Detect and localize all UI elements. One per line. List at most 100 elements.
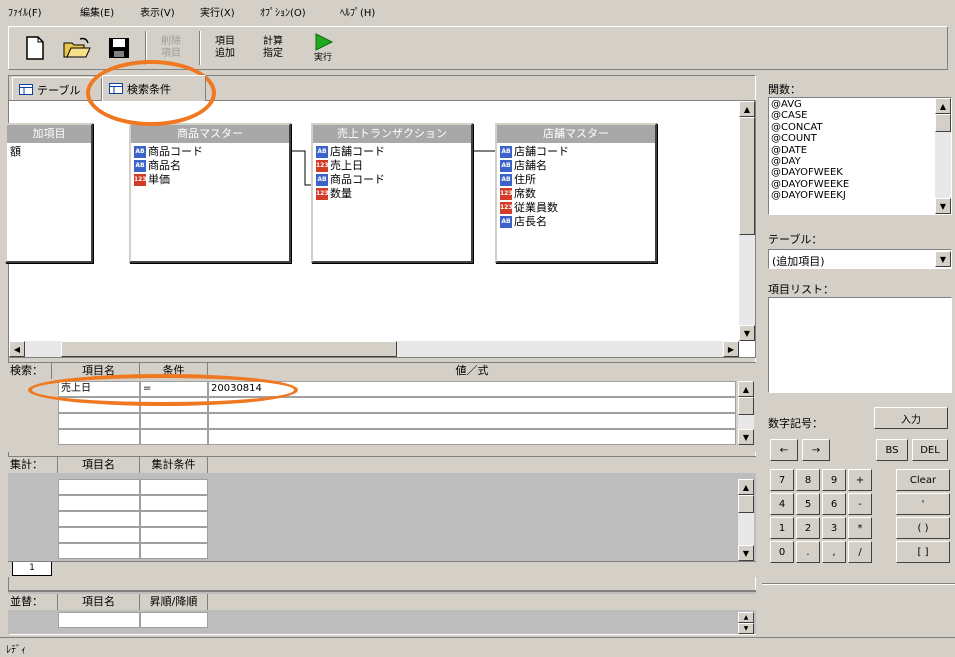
table-box-store-master[interactable]: 店舗マスター AB 店舗コード AB 店舗名 AB 住所 123 席数 123 従業員数 … (495, 123, 657, 263)
scroll-left-arrow-icon[interactable]: ◀ (9, 341, 25, 357)
key-minus[interactable]: - (848, 493, 872, 515)
menu-edit[interactable]: 編集(E) (80, 4, 114, 19)
table-diagram-canvas[interactable]: 加項目 額 商品マスター AB 商品コード AB 商品名 123 単価 売上トランザク… (5, 100, 756, 358)
search-item-cell[interactable] (58, 429, 140, 445)
aggregate-condition-cell[interactable] (140, 495, 208, 511)
function-list-item[interactable]: @DAYOFWEEKE (771, 179, 949, 190)
table-field[interactable]: AB 住所 (497, 173, 655, 187)
table-field[interactable]: AB 商品コード (313, 173, 471, 187)
table-box-sales-transaction[interactable]: 売上トランザクション AB 店舗コード 123 売上日 AB 商品コード 123 数量 (311, 123, 473, 263)
tab-table[interactable]: テーブル (12, 77, 102, 101)
scroll-up-arrow-icon[interactable]: ▲ (738, 479, 754, 495)
table-select[interactable]: (追加項目) ▼ (768, 249, 952, 269)
aggregate-vertical-scrollbar[interactable]: ▲ ▼ (738, 479, 754, 561)
search-vertical-scrollbar[interactable]: ▲ ▼ (738, 381, 754, 445)
scroll-down-arrow-icon[interactable]: ▼ (738, 545, 754, 561)
scroll-thumb[interactable] (739, 117, 755, 235)
function-list-item[interactable]: @CONCAT (771, 122, 949, 133)
table-field[interactable]: 123 数量 (313, 187, 471, 201)
search-condition-cell[interactable] (140, 413, 208, 429)
function-list-item[interactable]: @DAYOFWEEK (771, 167, 949, 178)
table-field[interactable]: AB 商品名 (131, 159, 289, 173)
backspace-button[interactable]: BS (876, 439, 908, 461)
aggregate-condition-cell[interactable] (140, 543, 208, 559)
diagram-vertical-scrollbar[interactable]: ▲ ▼ (739, 101, 755, 341)
menu-file[interactable]: ﾌｧｲﾙ(F) (8, 4, 42, 19)
paren-button[interactable]: ( ) (896, 517, 950, 539)
add-item-button[interactable]: 項目 追加 (207, 29, 243, 67)
tab-search-conditions[interactable]: 検索条件 (102, 75, 206, 101)
search-item-cell[interactable]: 売上日 (58, 381, 140, 397)
key-plus[interactable]: + (848, 469, 872, 491)
run-button[interactable]: 実行 (305, 29, 341, 67)
key-dot[interactable]: . (796, 541, 820, 563)
search-condition-cell[interactable]: = (140, 381, 208, 397)
search-item-cell[interactable] (58, 397, 140, 413)
search-value-cell[interactable] (208, 413, 736, 429)
right-arrow-button[interactable]: → (802, 439, 830, 461)
table-field[interactable]: AB 店舗コード (313, 145, 471, 159)
key-divide[interactable]: / (848, 541, 872, 563)
aggregate-item-cell[interactable] (58, 495, 140, 511)
functions-scrollbar[interactable]: ▲ ▼ (935, 98, 951, 214)
table-field[interactable]: AB 店舗コード (497, 145, 655, 159)
table-field[interactable]: AB 店舗名 (497, 159, 655, 173)
key-4[interactable]: 4 (770, 493, 794, 515)
key-1[interactable]: 1 (770, 517, 794, 539)
left-arrow-button[interactable]: ← (770, 439, 798, 461)
menu-run[interactable]: 実行(X) (200, 4, 235, 19)
key-7[interactable]: 7 (770, 469, 794, 491)
scroll-down-arrow-icon[interactable]: ▼ (738, 429, 754, 445)
scroll-thumb[interactable] (738, 397, 754, 415)
scroll-thumb[interactable] (61, 341, 397, 357)
functions-listbox[interactable]: @AVG @CASE @CONCAT @COUNT @DATE @DAY @DAYOFWEE… (768, 97, 952, 215)
open-button[interactable] (59, 29, 95, 67)
table-field[interactable]: 123 席数 (497, 187, 655, 201)
table-field[interactable]: 123 売上日 (313, 159, 471, 173)
menu-view[interactable]: 表示(V) (140, 4, 175, 19)
scroll-down-arrow-icon[interactable]: ▼ (935, 198, 951, 214)
diagram-horizontal-scrollbar[interactable]: ◀ ▶ (9, 341, 739, 357)
key-9[interactable]: 9 (822, 469, 846, 491)
function-list-item[interactable]: @COUNT (771, 133, 949, 144)
table-box-product-master[interactable]: 商品マスター AB 商品コード AB 商品名 123 単価 (129, 123, 291, 263)
scroll-down-arrow-icon[interactable]: ▼ (738, 623, 754, 634)
function-list-item[interactable]: @AVG (771, 99, 949, 110)
scroll-thumb[interactable] (738, 495, 754, 513)
key-5[interactable]: 5 (796, 493, 820, 515)
aggregate-item-cell[interactable] (58, 479, 140, 495)
scroll-right-arrow-icon[interactable]: ▶ (723, 341, 739, 357)
table-field[interactable]: 123 単価 (131, 173, 289, 187)
function-list-item[interactable]: @CASE (771, 110, 949, 121)
search-value-cell[interactable] (208, 429, 736, 445)
sort-order-cell[interactable] (140, 612, 208, 628)
scroll-up-arrow-icon[interactable]: ▲ (739, 101, 755, 117)
input-button[interactable]: 入力 (874, 407, 948, 429)
search-condition-cell[interactable] (140, 429, 208, 445)
chevron-down-icon[interactable]: ▼ (935, 251, 951, 267)
search-value-cell[interactable]: 20030814 (208, 381, 736, 397)
key-6[interactable]: 6 (822, 493, 846, 515)
clear-button[interactable]: Clear (896, 469, 950, 491)
function-list-item[interactable]: @DAYOFWEEKJ (771, 190, 949, 201)
function-list-item[interactable]: @DAY (771, 156, 949, 167)
menu-help[interactable]: ﾍﾙﾌﾟ(H) (340, 4, 375, 19)
aggregate-item-cell[interactable] (58, 543, 140, 559)
key-3[interactable]: 3 (822, 517, 846, 539)
aggregate-condition-cell[interactable] (140, 479, 208, 495)
search-item-cell[interactable] (58, 413, 140, 429)
quote-button[interactable]: ' (896, 493, 950, 515)
aggregate-item-cell[interactable] (58, 511, 140, 527)
table-box-added-items[interactable]: 加項目 額 (5, 123, 93, 263)
key-comma[interactable]: , (822, 541, 846, 563)
aggregate-item-cell[interactable] (58, 527, 140, 543)
table-field[interactable]: AB 商品コード (131, 145, 289, 159)
key-8[interactable]: 8 (796, 469, 820, 491)
sort-vertical-scrollbar[interactable]: ▲ ▼ (738, 612, 754, 634)
save-button[interactable] (101, 29, 137, 67)
search-condition-cell[interactable] (140, 397, 208, 413)
table-field[interactable]: 123 従業員数 (497, 201, 655, 215)
scroll-down-arrow-icon[interactable]: ▼ (739, 325, 755, 341)
aggregate-condition-cell[interactable] (140, 511, 208, 527)
table-field[interactable]: AB 店長名 (497, 215, 655, 229)
